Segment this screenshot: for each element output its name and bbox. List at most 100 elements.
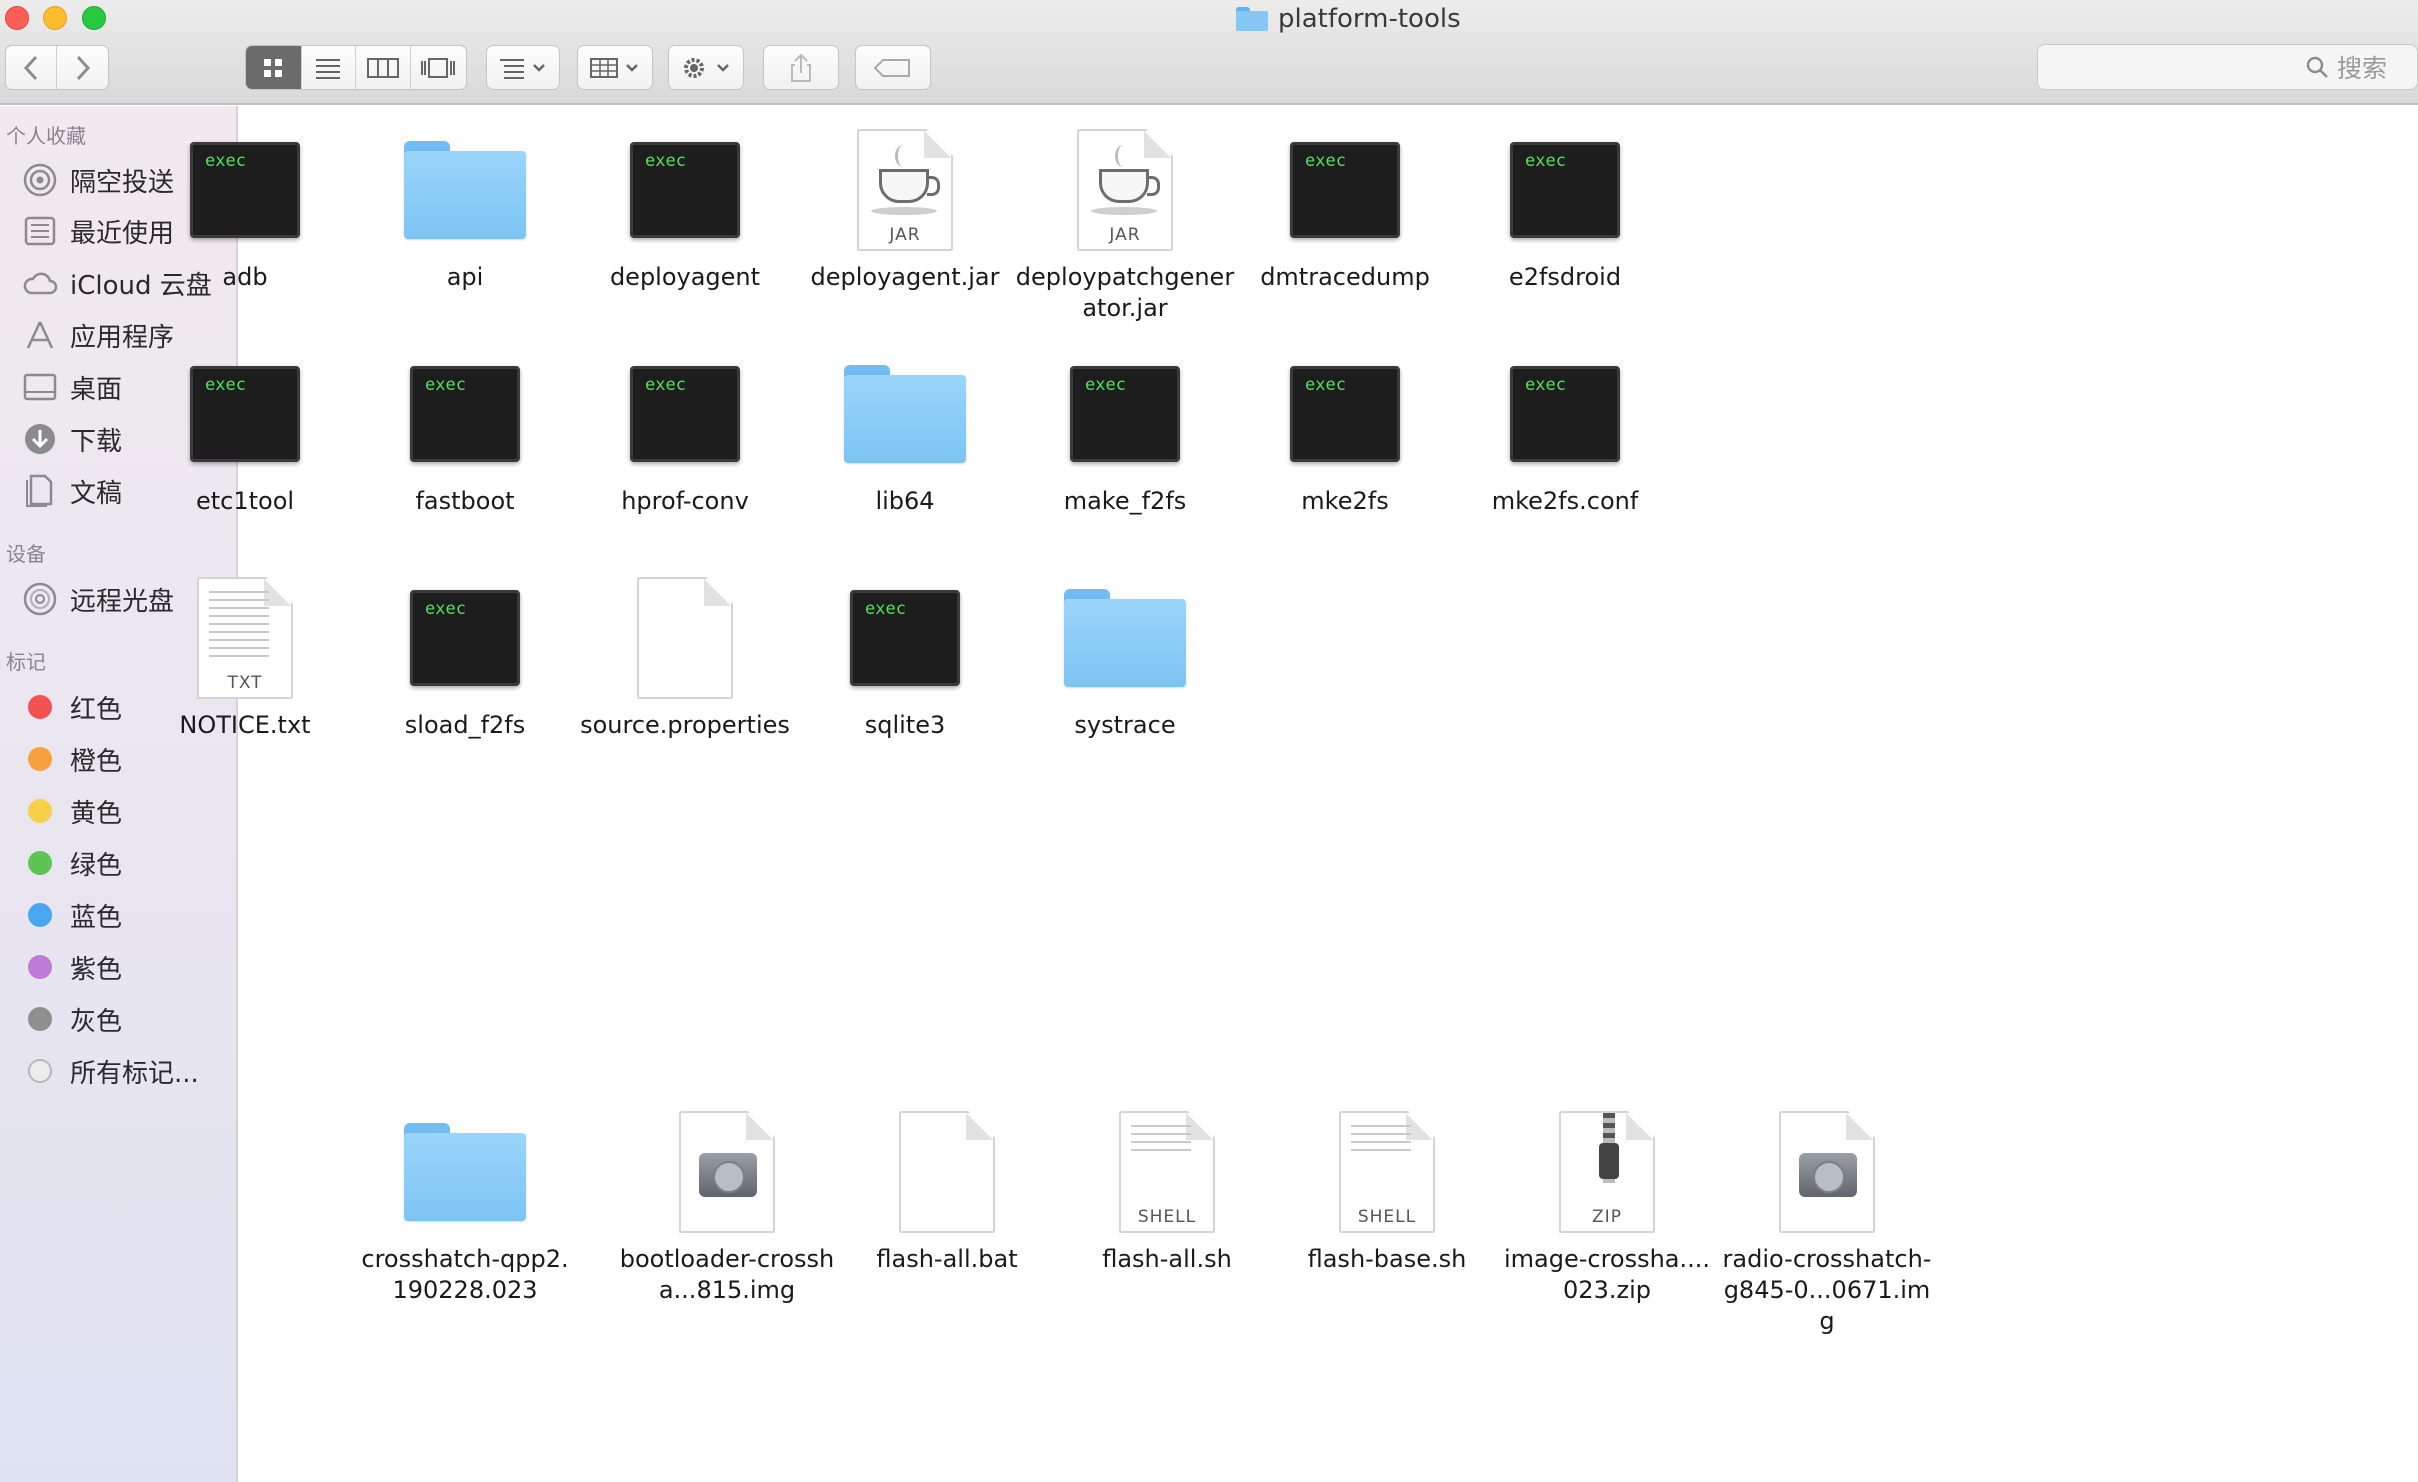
file-item[interactable]: exec dmtracedump — [1235, 130, 1455, 293]
sidebar-item-favorite-3[interactable]: 应用程序 — [22, 315, 174, 355]
executable-icon: exec — [1280, 130, 1410, 250]
window-toolbar: platform-tools 搜索 — [0, 0, 2418, 105]
search-field[interactable]: 搜索 — [2037, 44, 2418, 90]
columns-icon — [366, 57, 399, 78]
sidebar-item-favorite-6[interactable]: 文稿 — [22, 471, 122, 511]
executable-icon: exec — [1280, 354, 1410, 474]
sidebar-item-tag-4[interactable]: 蓝色 — [22, 895, 122, 935]
share-button[interactable] — [763, 45, 839, 90]
file-item[interactable]: exec etc1tool — [135, 354, 355, 517]
file-item[interactable]: JAR deployagent.jar — [795, 129, 1015, 293]
tag-color-dot-icon — [28, 955, 52, 979]
executable-icon: exec — [620, 130, 750, 250]
executable-icon: exec — [620, 354, 750, 474]
zoom-window-button[interactable] — [82, 6, 106, 30]
jar-file-icon: JAR — [840, 129, 970, 251]
edit-tags-button[interactable] — [855, 45, 931, 90]
column-view-button[interactable] — [356, 46, 411, 89]
file-name-label: source.properties — [580, 711, 790, 739]
file-name-label: deploypatchgenerator.jar — [1015, 263, 1235, 322]
file-name-label: flash-base.sh — [1307, 1245, 1467, 1273]
file-item[interactable]: ZIP image-crossha....023.zip — [1497, 1111, 1717, 1306]
file-name-label: etc1tool — [195, 487, 295, 515]
sidebar-item-label: 文稿 — [70, 478, 123, 509]
tag-color-dot-icon — [28, 747, 52, 771]
file-item[interactable]: crosshatch-qpp2.190228.023 — [355, 1112, 575, 1306]
sidebar-item-tag-6[interactable]: 灰色 — [22, 999, 122, 1039]
file-item[interactable]: exec hprof-conv — [575, 354, 795, 517]
file-name-label: bootloader-crossha...815.img — [619, 1245, 835, 1304]
disc-icon — [22, 581, 58, 617]
file-item[interactable]: source.properties — [575, 577, 795, 741]
sidebar-item-tag-2[interactable]: 黄色 — [22, 791, 122, 831]
file-item[interactable]: SHELL flash-all.sh — [1057, 1111, 1277, 1275]
sidebar-item-tag-0[interactable]: 红色 — [22, 687, 122, 727]
sidebar: 个人收藏 设备 标记 隔空投送 最近使用 iCloud 云盘 应用程序 桌面 下载 文稿 远程… — [0, 106, 238, 1482]
recents-icon — [22, 213, 58, 249]
executable-icon: exec — [840, 578, 970, 698]
executable-icon: exec — [180, 130, 310, 250]
airdrop-icon — [22, 162, 58, 198]
file-item[interactable]: JAR deploypatchgenerator.jar — [1015, 129, 1235, 324]
file-item[interactable]: systrace — [1015, 578, 1235, 741]
file-name-label: fastboot — [415, 487, 515, 515]
close-window-button[interactable] — [5, 6, 29, 30]
disk-image-icon — [662, 1111, 792, 1233]
executable-icon: exec — [180, 354, 310, 474]
zip-archive-icon: ZIP — [1542, 1111, 1672, 1233]
file-item[interactable]: lib64 — [795, 354, 1015, 517]
file-item[interactable]: radio-crosshatch-g845-0...0671.img — [1717, 1111, 1937, 1337]
list-view-button[interactable] — [302, 46, 356, 89]
forward-button[interactable] — [57, 46, 108, 89]
folder-icon — [1060, 578, 1190, 698]
file-item[interactable]: exec sqlite3 — [795, 578, 1015, 741]
sidebar-item-tag-1[interactable]: 橙色 — [22, 739, 122, 779]
file-item[interactable]: exec sload_f2fs — [355, 578, 575, 741]
action-button[interactable] — [668, 45, 744, 90]
file-item[interactable]: exec make_f2fs — [1015, 354, 1235, 517]
file-name-label: crosshatch-qpp2.190228.023 — [361, 1245, 569, 1304]
file-item[interactable]: exec mke2fs.conf — [1455, 354, 1675, 517]
shell-script-icon: SHELL — [1322, 1111, 1452, 1233]
executable-icon: exec — [400, 578, 530, 698]
folder-icon — [400, 1112, 530, 1232]
sidebar-header-devices: 设备 — [6, 542, 46, 566]
arrange-button[interactable] — [486, 45, 560, 90]
sidebar-item-tag-7[interactable]: 所有标记... — [22, 1051, 199, 1091]
file-name-label: dmtracedump — [1260, 263, 1430, 291]
sidebar-item-label: 灰色 — [70, 1006, 123, 1037]
sidebar-item-favorite-4[interactable]: 桌面 — [22, 367, 122, 407]
file-item[interactable]: exec deployagent — [575, 130, 795, 293]
executable-icon: exec — [1500, 130, 1630, 250]
sidebar-item-label: 绿色 — [70, 850, 123, 881]
sidebar-item-favorite-5[interactable]: 下载 — [22, 419, 122, 459]
sidebar-item-label: 黄色 — [70, 798, 123, 829]
file-item[interactable]: exec adb — [135, 130, 355, 293]
gallery-view-button[interactable] — [411, 46, 466, 89]
file-item[interactable]: SHELL flash-base.sh — [1277, 1111, 1497, 1275]
sidebar-item-tag-5[interactable]: 紫色 — [22, 947, 122, 987]
window-title: platform-tools — [1278, 4, 1461, 34]
file-name-label: lib64 — [875, 487, 935, 515]
file-item[interactable]: exec mke2fs — [1235, 354, 1455, 517]
folder-icon — [400, 130, 530, 250]
minimize-window-button[interactable] — [43, 6, 67, 30]
blank-document-icon — [620, 577, 750, 699]
back-button[interactable] — [6, 46, 58, 89]
file-item[interactable]: exec e2fsdroid — [1455, 130, 1675, 293]
file-name-label: NOTICE.txt — [179, 711, 311, 739]
search-icon — [2306, 56, 2328, 78]
sidebar-item-label: 红色 — [70, 694, 123, 725]
file-item[interactable]: exec fastboot — [355, 354, 575, 517]
file-item[interactable]: bootloader-crossha...815.img — [617, 1111, 837, 1306]
sidebar-item-label: 紫色 — [70, 954, 123, 985]
icon-view-button[interactable] — [246, 46, 302, 89]
file-item[interactable]: TXT NOTICE.txt — [135, 577, 355, 741]
gear-icon — [684, 57, 729, 78]
group-button[interactable] — [577, 45, 653, 90]
sidebar-item-tag-3[interactable]: 绿色 — [22, 843, 122, 883]
file-item[interactable]: api — [355, 130, 575, 293]
sidebar-item-label: 所有标记... — [70, 1058, 199, 1089]
file-item[interactable]: flash-all.bat — [837, 1111, 1057, 1275]
chevron-right-icon — [76, 55, 90, 80]
